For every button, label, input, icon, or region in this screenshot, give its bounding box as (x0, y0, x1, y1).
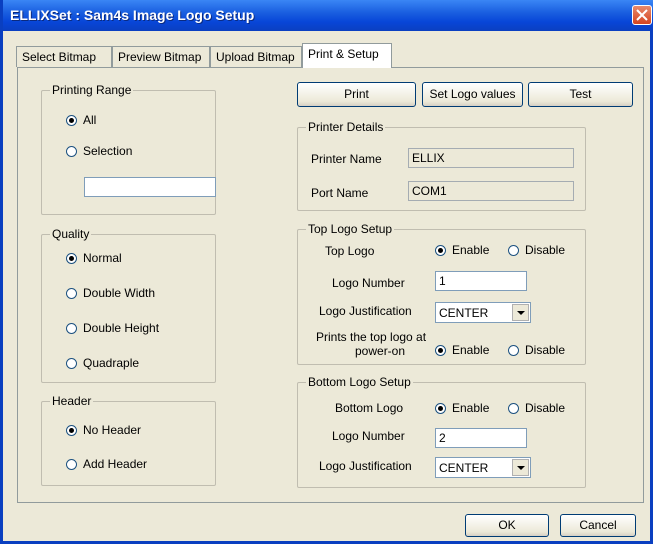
top-logo-enable-indicator (435, 244, 446, 256)
radio-all[interactable]: All (66, 113, 96, 127)
chevron-down-icon[interactable] (512, 459, 529, 476)
tab-print-setup[interactable]: Print & Setup (302, 43, 392, 68)
tab-preview-bitmap[interactable]: Preview Bitmap (112, 46, 210, 67)
radio-all-label: All (83, 113, 97, 127)
test-button[interactable]: Test (528, 82, 633, 107)
bottom-logo-disable-indicator (508, 402, 519, 414)
bottom-logo-label: Bottom Logo (335, 401, 404, 415)
port-name-field: COM1 (408, 181, 574, 201)
power-on-disable-radio[interactable]: Disable (508, 343, 565, 357)
radio-add-header-indicator (66, 458, 77, 470)
set-logo-values-button[interactable]: Set Logo values (422, 82, 523, 107)
print-button[interactable]: Print (297, 82, 416, 107)
cancel-button[interactable]: Cancel (560, 514, 636, 537)
radio-selection[interactable]: Selection (66, 144, 132, 158)
radio-no-header-indicator (66, 424, 77, 436)
header-group: Header No Header Add Header (41, 394, 216, 486)
radio-double-width[interactable]: Double Width (66, 286, 155, 300)
radio-normal[interactable]: Normal (66, 251, 122, 265)
top-logo-setup-legend: Top Logo Setup (306, 222, 395, 236)
title-bar[interactable]: ELLIXSet : Sam4s Image Logo Setup (3, 0, 653, 31)
radio-no-header-label: No Header (83, 423, 142, 437)
top-logo-enable-radio[interactable]: Enable (435, 243, 489, 257)
radio-double-width-indicator (66, 287, 77, 299)
bottom-logo-number-input[interactable]: 2 (435, 428, 527, 448)
top-logo-number-input[interactable]: 1 (435, 271, 527, 291)
power-on-disable-indicator (508, 344, 519, 356)
dialog-window: ELLIXSet : Sam4s Image Logo Setup Select… (0, 0, 653, 544)
port-name-label: Port Name (311, 186, 369, 200)
radio-double-height-label: Double Height (83, 321, 160, 335)
top-logo-justification-label: Logo Justification (319, 304, 412, 318)
top-logo-number-label: Logo Number (332, 276, 405, 290)
radio-all-indicator (66, 114, 77, 126)
printing-range-legend: Printing Range (50, 83, 134, 97)
top-logo-justification-value: CENTER (439, 306, 489, 320)
top-logo-disable-radio[interactable]: Disable (508, 243, 565, 257)
bottom-logo-justification-label: Logo Justification (319, 459, 412, 473)
quality-group: Quality Normal Double Width Double Heigh… (41, 227, 216, 383)
bottom-logo-justification-value: CENTER (439, 461, 489, 475)
radio-add-header[interactable]: Add Header (66, 457, 147, 471)
header-legend: Header (50, 394, 94, 408)
power-on-disable-label: Disable (525, 343, 566, 357)
radio-quadraple-indicator (66, 357, 77, 369)
printing-range-group: Printing Range All Selection (41, 83, 216, 215)
top-logo-setup-group: Top Logo Setup Top Logo Enable Disable L… (297, 222, 586, 365)
top-logo-justification-select[interactable]: CENTER (435, 302, 531, 323)
bottom-logo-enable-label: Enable (452, 401, 490, 415)
tab-upload-bitmap[interactable]: Upload Bitmap (210, 46, 302, 67)
radio-quadraple[interactable]: Quadraple (66, 356, 139, 370)
power-on-enable-label: Enable (452, 343, 490, 357)
quality-legend: Quality (50, 227, 92, 241)
power-on-enable-radio[interactable]: Enable (435, 343, 489, 357)
printer-name-field: ELLIX (408, 148, 574, 168)
radio-double-height[interactable]: Double Height (66, 321, 159, 335)
tab-select-bitmap[interactable]: Select Bitmap (16, 46, 112, 67)
ok-button[interactable]: OK (465, 514, 549, 537)
close-button[interactable] (632, 5, 652, 25)
radio-no-header[interactable]: No Header (66, 423, 141, 437)
top-logo-label: Top Logo (325, 244, 375, 258)
window-title: ELLIXSet : Sam4s Image Logo Setup (10, 7, 255, 23)
radio-double-height-indicator (66, 322, 77, 334)
bottom-logo-justification-select[interactable]: CENTER (435, 457, 531, 478)
power-on-enable-indicator (435, 344, 446, 356)
selection-input[interactable] (84, 177, 216, 197)
power-on-label-line2: power-on (355, 344, 406, 358)
radio-selection-indicator (66, 145, 77, 157)
radio-normal-indicator (66, 252, 77, 264)
tab-panel: Printing Range All Selection Quality Nor… (17, 67, 644, 503)
close-icon (636, 9, 648, 21)
top-logo-disable-indicator (508, 244, 519, 256)
printer-details-legend: Printer Details (306, 120, 386, 134)
chevron-down-icon[interactable] (512, 304, 529, 321)
radio-selection-label: Selection (83, 144, 133, 158)
top-logo-disable-label: Disable (525, 243, 566, 257)
bottom-logo-setup-group: Bottom Logo Setup Bottom Logo Enable Dis… (297, 375, 586, 488)
radio-add-header-label: Add Header (83, 457, 148, 471)
printer-name-label: Printer Name (311, 152, 382, 166)
bottom-logo-number-label: Logo Number (332, 429, 405, 443)
top-logo-enable-label: Enable (452, 243, 490, 257)
bottom-logo-setup-legend: Bottom Logo Setup (306, 375, 413, 389)
power-on-label-line1: Prints the top logo at (316, 330, 427, 344)
radio-quadraple-label: Quadraple (83, 356, 140, 370)
radio-normal-label: Normal (83, 251, 122, 265)
bottom-logo-disable-label: Disable (525, 401, 566, 415)
radio-double-width-label: Double Width (83, 286, 156, 300)
bottom-logo-disable-radio[interactable]: Disable (508, 401, 565, 415)
printer-details-group: Printer Details Printer Name ELLIX Port … (297, 120, 586, 211)
bottom-logo-enable-radio[interactable]: Enable (435, 401, 489, 415)
bottom-logo-enable-indicator (435, 402, 446, 414)
